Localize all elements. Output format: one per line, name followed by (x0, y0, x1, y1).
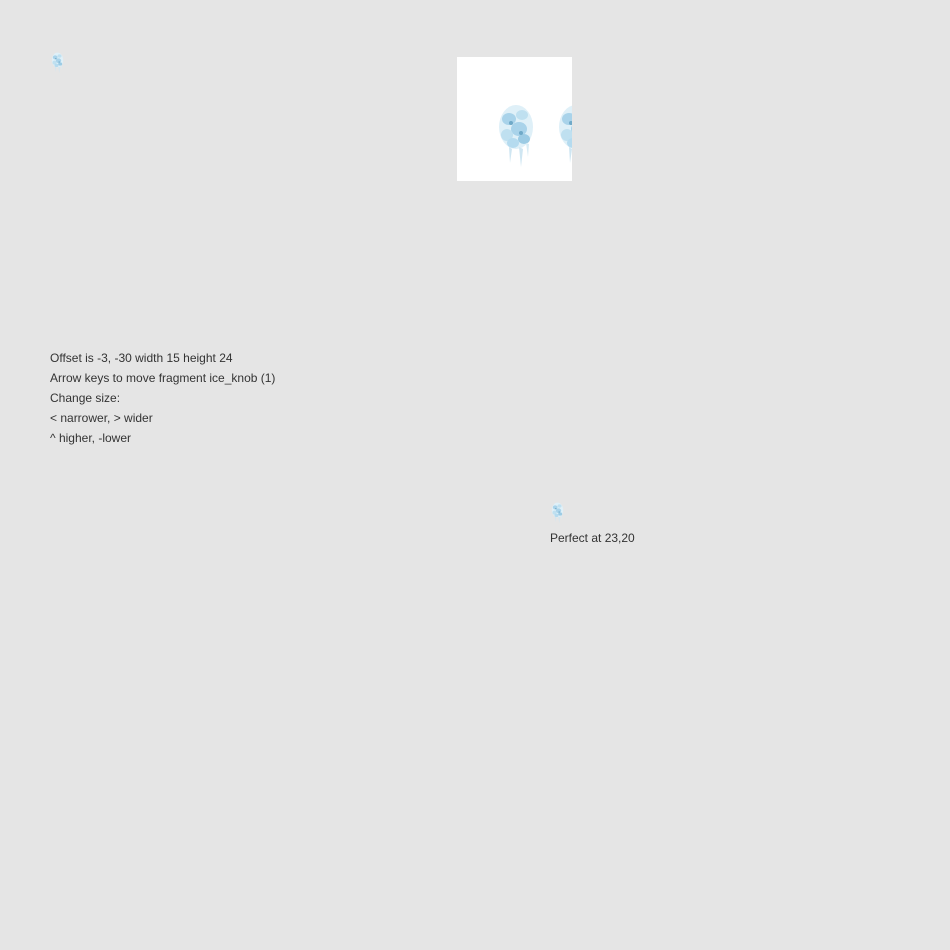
info-panel: Offset is -3, -30 width 15 height 24 Arr… (50, 351, 290, 445)
ice-knob-icon (559, 105, 572, 163)
change-size-heading: Change size: (50, 391, 121, 405)
ice-knob-icon (551, 502, 564, 524)
sprite-sheet-viewport[interactable] (457, 57, 572, 181)
height-keys-instruction: ^ higher, -lower (50, 431, 131, 445)
result-status-label: Perfect at 23,20 (550, 531, 635, 545)
fragment-preview-sprite (50, 50, 65, 74)
ice-knob-icon (51, 52, 64, 74)
arrow-keys-instruction: Arrow keys to move fragment ice_knob (1) (50, 371, 276, 385)
sheet-ice-knob-sprite (555, 97, 572, 169)
result-preview-sprite (550, 500, 565, 524)
sheet-ice-knob-sprite (495, 97, 537, 169)
width-keys-instruction: < narrower, > wider (50, 411, 153, 425)
ice-knob-icon (499, 105, 533, 167)
offset-readout: Offset is -3, -30 width 15 height 24 (50, 351, 233, 365)
